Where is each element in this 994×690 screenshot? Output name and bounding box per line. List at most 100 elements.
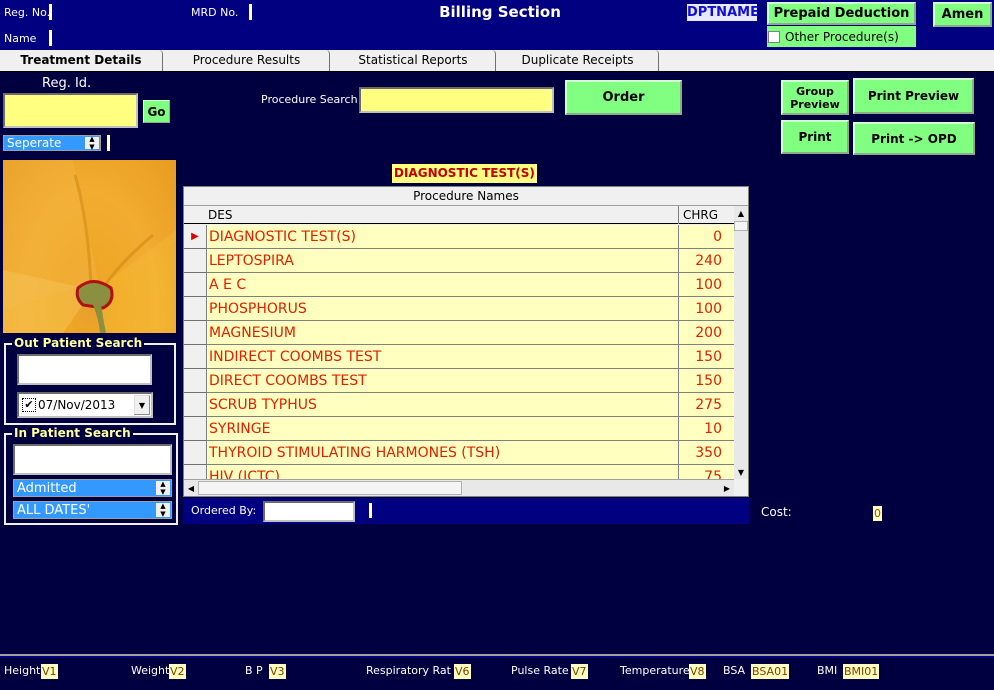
mode-select[interactable]: Seperate ▲ ▼ <box>3 135 101 151</box>
vertical-scroll-thumb[interactable] <box>734 221 748 231</box>
tab-duplicate-receipts[interactable]: Duplicate Receipts <box>497 50 659 71</box>
spin-icon[interactable]: ▲ ▼ <box>156 502 170 518</box>
name-field[interactable] <box>49 30 52 46</box>
current-row-indicator-icon[interactable]: ▶ <box>184 225 206 249</box>
horizontal-scrollbar[interactable]: ◀ ▶ <box>184 479 734 496</box>
procedure-search-input[interactable] <box>359 87 554 113</box>
table-row[interactable]: PHOSPHORUS 100 <box>184 297 734 321</box>
cell-chrg[interactable]: 75 <box>678 465 734 479</box>
row-selector[interactable] <box>184 465 206 479</box>
cell-chrg[interactable]: 275 <box>678 393 734 417</box>
cell-chrg[interactable]: 200 <box>678 321 734 345</box>
reg-no-field[interactable] <box>49 4 52 20</box>
row-selector[interactable] <box>184 249 206 273</box>
print-button[interactable]: Print <box>781 120 849 154</box>
procedure-search-label: Procedure Search <box>261 93 358 106</box>
table-row[interactable]: A E C 100 <box>184 273 734 297</box>
cell-des[interactable]: DIAGNOSTIC TEST(S) <box>206 225 678 249</box>
in-patient-search-input[interactable] <box>13 444 172 475</box>
vertical-scrollbar[interactable]: ▲ ▼ <box>734 206 748 479</box>
table-row[interactable]: LEPTOSPIRA 240 <box>184 249 734 273</box>
scroll-up-icon[interactable]: ▲ <box>734 206 748 220</box>
cell-des[interactable]: SYRINGE <box>206 417 678 441</box>
out-patient-search-input[interactable] <box>17 354 152 385</box>
row-selector[interactable] <box>184 297 206 321</box>
cell-chrg[interactable]: 0 <box>678 225 734 249</box>
vital-value-weight: V2 <box>169 664 186 679</box>
row-selector[interactable] <box>184 369 206 393</box>
cell-des[interactable]: DIRECT COOMBS TEST <box>206 369 678 393</box>
date-checkbox[interactable]: ✔ <box>22 398 36 412</box>
ordered-by-input[interactable] <box>263 501 355 522</box>
page-title: Billing Section <box>439 3 561 21</box>
row-selector[interactable] <box>184 441 206 465</box>
grid-caption: Procedure Names <box>184 187 748 206</box>
group-preview-button[interactable]: Group Preview <box>781 80 849 115</box>
row-selector[interactable] <box>184 417 206 441</box>
cell-chrg[interactable]: 150 <box>678 369 734 393</box>
billing-window: Reg. No. Name MRD No. Billing Section DP… <box>0 0 994 690</box>
row-selector[interactable] <box>184 393 206 417</box>
out-patient-date-picker[interactable]: ✔ 07/Nov/2013 ▼ <box>17 392 153 418</box>
cell-des[interactable]: PHOSPHORUS <box>206 297 678 321</box>
tab-statistical-reports[interactable]: Statistical Reports <box>331 50 496 71</box>
admission-status-value: Admitted <box>17 480 77 496</box>
mode-select-value: Seperate <box>7 136 62 150</box>
cell-des[interactable]: MAGNESIUM <box>206 321 678 345</box>
table-row[interactable]: THYROID STIMULATING HARMONES (TSH) 350 <box>184 441 734 465</box>
cell-chrg[interactable]: 100 <box>678 273 734 297</box>
scroll-down-icon[interactable]: ▼ <box>734 465 748 479</box>
table-row[interactable]: HIV (ICTC) 75 <box>184 465 734 479</box>
row-selector[interactable] <box>184 345 206 369</box>
cell-des[interactable]: A E C <box>206 273 678 297</box>
vital-value-bmi: BMI01 <box>843 664 880 679</box>
vital-value-bsa: BSA01 <box>751 664 790 679</box>
table-row[interactable]: SYRINGE 10 <box>184 417 734 441</box>
dates-select[interactable]: ALL DATES' ▲ ▼ <box>13 501 172 519</box>
tab-treatment-details[interactable]: Treatment Details <box>0 50 163 72</box>
reg-no-label: Reg. No. <box>4 6 51 19</box>
spin-icon[interactable]: ▲ ▼ <box>85 135 99 151</box>
cell-chrg[interactable]: 150 <box>678 345 734 369</box>
cell-des[interactable]: HIV (ICTC) <box>206 465 678 479</box>
column-header-des[interactable]: DES <box>206 206 678 224</box>
cell-chrg[interactable]: 10 <box>678 417 734 441</box>
dropdown-arrow-icon[interactable]: ▼ <box>134 395 150 415</box>
scroll-right-icon[interactable]: ▶ <box>720 480 734 496</box>
scroll-left-icon[interactable]: ◀ <box>184 480 198 496</box>
table-row[interactable]: ▶ DIAGNOSTIC TEST(S) 0 <box>184 225 734 249</box>
table-row[interactable]: DIRECT COOMBS TEST 150 <box>184 369 734 393</box>
mrd-no-field[interactable] <box>249 4 252 20</box>
vital-value-bp: V3 <box>269 664 286 679</box>
admission-status-select[interactable]: Admitted ▲ ▼ <box>13 479 172 497</box>
spin-icon[interactable]: ▲ ▼ <box>156 480 170 496</box>
column-header-chrg[interactable]: CHRG <box>678 206 734 224</box>
vital-value-pulse-rate: V7 <box>571 664 588 679</box>
go-button[interactable]: Go <box>143 100 170 123</box>
vital-label-weight: Weight <box>131 664 170 677</box>
order-button[interactable]: Order <box>565 80 682 115</box>
table-row[interactable]: INDIRECT COOMBS TEST 150 <box>184 345 734 369</box>
table-row[interactable]: MAGNESIUM 200 <box>184 321 734 345</box>
reg-id-input[interactable] <box>3 93 138 128</box>
cell-des[interactable]: LEPTOSPIRA <box>206 249 678 273</box>
amen-button[interactable]: Amen <box>933 2 992 27</box>
ordered-by-bar: Ordered By: <box>183 498 749 524</box>
cell-chrg[interactable]: 100 <box>678 297 734 321</box>
grid-rows: ▶ DIAGNOSTIC TEST(S) 0 LEPTOSPIRA 240 A E C 10… <box>184 225 734 479</box>
cell-des[interactable]: INDIRECT COOMBS TEST <box>206 345 678 369</box>
print-preview-button[interactable]: Print Preview <box>853 78 974 114</box>
cell-des[interactable]: THYROID STIMULATING HARMONES (TSH) <box>206 441 678 465</box>
other-procedures-checkbox[interactable]: Other Procedure(s) <box>767 26 916 47</box>
row-selector[interactable] <box>184 273 206 297</box>
horizontal-scroll-thumb[interactable] <box>198 481 462 495</box>
prepaid-deduction-button[interactable]: Prepaid Deduction <box>767 2 916 25</box>
checkbox-box[interactable] <box>768 30 780 43</box>
row-selector[interactable] <box>184 321 206 345</box>
cell-chrg[interactable]: 240 <box>678 249 734 273</box>
print-opd-button[interactable]: Print -> OPD <box>853 122 975 155</box>
cell-des[interactable]: SCRUB TYPHUS <box>206 393 678 417</box>
table-row[interactable]: SCRUB TYPHUS 275 <box>184 393 734 417</box>
cell-chrg[interactable]: 350 <box>678 441 734 465</box>
tab-procedure-results[interactable]: Procedure Results <box>164 50 330 71</box>
